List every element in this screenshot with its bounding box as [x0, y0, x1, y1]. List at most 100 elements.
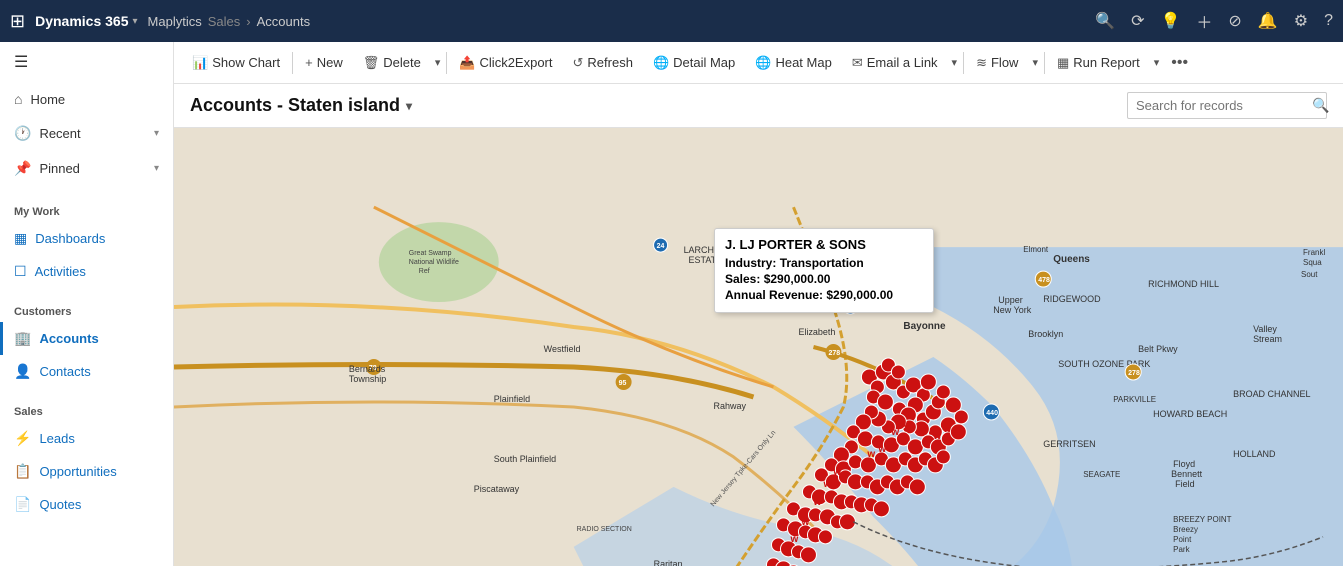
sidebar-item-dashboards[interactable]: ▦ Dashboards	[0, 222, 173, 255]
contacts-label: Contacts	[39, 364, 90, 379]
breadcrumb-accounts[interactable]: Accounts	[257, 14, 310, 29]
sidebar-item-quotes[interactable]: 📄 Quotes	[0, 488, 173, 521]
sidebar-item-leads[interactable]: ⚡ Leads	[0, 422, 173, 455]
refresh-icon[interactable]: ⟳	[1131, 11, 1144, 31]
help-icon[interactable]: ?	[1324, 12, 1333, 30]
svg-text:Park: Park	[1173, 545, 1189, 554]
delete-button[interactable]: 🗑 Delete	[353, 49, 431, 77]
lightbulb-icon[interactable]: 💡	[1160, 11, 1180, 31]
show-chart-button[interactable]: 📊 Show Chart	[182, 49, 290, 77]
run-report-button[interactable]: ▦ Run Report	[1047, 49, 1150, 77]
sidebar-item-opportunities[interactable]: 📋 Opportunities	[0, 455, 173, 488]
flow-button[interactable]: ≋ Flow	[966, 49, 1028, 77]
leads-icon: ⚡	[14, 430, 31, 447]
dashboards-icon: ▦	[14, 230, 27, 247]
toolbar-separator-4	[1044, 52, 1045, 74]
dashboards-label: Dashboards	[35, 231, 105, 246]
toolbar-separator-3	[963, 52, 964, 74]
sidebar-pinned-label: Pinned	[39, 161, 79, 176]
map-svg: Great Swamp National Wildlife Ref 78 95	[174, 128, 1343, 566]
svg-text:RIDGEWOOD: RIDGEWOOD	[1043, 294, 1101, 304]
email-dropdown[interactable]: ▾	[948, 50, 962, 75]
svg-text:Plainfield: Plainfield	[494, 394, 530, 404]
sidebar-item-activities[interactable]: ☐ Activities	[0, 255, 173, 288]
new-button[interactable]: + New	[295, 49, 353, 76]
refresh-btn-icon: ↺	[573, 55, 584, 71]
svg-text:Upper: Upper	[998, 295, 1022, 305]
search-box[interactable]: 🔍	[1127, 92, 1327, 119]
settings-icon[interactable]: ⚙	[1294, 11, 1308, 31]
toolbar-separator-2	[446, 52, 447, 74]
sidebar-item-home[interactable]: ⌂ Home	[0, 82, 173, 116]
sidebar-hamburger-icon[interactable]: ☰	[0, 42, 173, 82]
email-icon: ✉	[852, 55, 863, 71]
search-submit-icon[interactable]: 🔍	[1312, 97, 1329, 114]
tooltip-revenue: Annual Revenue: $290,000.00	[725, 288, 923, 302]
svg-text:Bennett: Bennett	[1171, 469, 1202, 479]
svg-text:w: w	[789, 534, 798, 545]
opportunities-label: Opportunities	[39, 464, 116, 479]
breadcrumb-maplytics[interactable]: Maplytics	[148, 14, 202, 29]
bell-icon[interactable]: 🔔	[1258, 11, 1278, 31]
heat-map-label: Heat Map	[775, 55, 831, 70]
svg-text:Point: Point	[1173, 535, 1192, 544]
main-layout: ☰ ⌂ Home 🕐 Recent ▾ 📌 Pinned ▾ My Work ▦…	[0, 42, 1343, 566]
run-report-icon: ▦	[1057, 55, 1069, 71]
more-options-icon[interactable]: •••	[1165, 50, 1194, 76]
svg-text:Brooklyn: Brooklyn	[1028, 329, 1063, 339]
activities-icon: ☐	[14, 263, 27, 280]
run-report-label: Run Report	[1073, 55, 1139, 70]
detail-map-button[interactable]: 🌐 Detail Map	[643, 49, 745, 77]
email-link-label: Email a Link	[867, 55, 938, 70]
app-title-chevron-icon[interactable]: ▾	[133, 16, 138, 27]
view-title-text: Accounts - Staten island	[190, 95, 400, 116]
svg-text:278: 278	[828, 350, 840, 357]
filter-icon[interactable]: ⊘	[1228, 11, 1241, 31]
delete-dropdown[interactable]: ▾	[431, 50, 445, 75]
activities-label: Activities	[35, 264, 86, 279]
svg-text:RADIO SECTION: RADIO SECTION	[577, 526, 632, 533]
refresh-button[interactable]: ↺ Refresh	[563, 49, 643, 77]
svg-text:w: w	[902, 419, 911, 430]
svg-text:278: 278	[1128, 370, 1140, 377]
flow-dropdown[interactable]: ▾	[1028, 50, 1042, 75]
svg-text:Squa: Squa	[1303, 258, 1322, 267]
opportunities-icon: 📋	[14, 463, 31, 480]
sidebar-item-recent[interactable]: 🕐 Recent ▾	[0, 116, 173, 151]
sidebar-item-accounts[interactable]: 🏢 Accounts	[0, 322, 173, 355]
email-link-button[interactable]: ✉ Email a Link	[842, 49, 948, 77]
contacts-icon: 👤	[14, 363, 31, 380]
heat-map-button[interactable]: 🌐 Heat Map	[745, 49, 842, 77]
quotes-label: Quotes	[39, 497, 81, 512]
section-title-sales: Sales	[0, 396, 173, 422]
tooltip-sales: Sales: $290,000.00	[725, 272, 923, 286]
sidebar-item-contacts[interactable]: 👤 Contacts	[0, 355, 173, 388]
plus-icon[interactable]: ＋	[1196, 9, 1212, 33]
svg-text:Queens: Queens	[1053, 254, 1090, 265]
sidebar-item-pinned[interactable]: 📌 Pinned ▾	[0, 151, 173, 186]
click2export-button[interactable]: 📤 Click2Export	[449, 49, 562, 77]
view-title-chevron-icon[interactable]: ▾	[406, 99, 412, 113]
heat-map-icon: 🌐	[755, 55, 771, 71]
toolbar: 📊 Show Chart + New 🗑 Delete ▾ 📤 Click2Ex…	[174, 42, 1343, 84]
flow-icon: ≋	[976, 55, 987, 71]
svg-text:24: 24	[657, 243, 665, 250]
detail-map-icon: 🌐	[653, 55, 669, 71]
svg-text:Elizabeth: Elizabeth	[798, 327, 835, 337]
view-title: Accounts - Staten island ▾	[190, 95, 412, 116]
waffle-menu-icon[interactable]: ⊞	[10, 11, 25, 32]
search-input[interactable]	[1136, 98, 1312, 113]
search-icon[interactable]: 🔍	[1095, 11, 1115, 31]
sidebar-recent-label: Recent	[39, 126, 80, 141]
svg-text:w: w	[877, 444, 886, 455]
run-report-dropdown[interactable]: ▾	[1150, 50, 1164, 75]
svg-text:Westfield: Westfield	[544, 344, 581, 354]
breadcrumb-separator-1: Sales	[208, 14, 241, 29]
svg-text:Field: Field	[1175, 479, 1194, 489]
svg-text:95: 95	[619, 380, 627, 387]
click2export-label: Click2Export	[480, 55, 553, 70]
svg-text:Floyd: Floyd	[1173, 459, 1195, 469]
map-area[interactable]: Great Swamp National Wildlife Ref 78 95	[174, 128, 1343, 566]
svg-text:w: w	[942, 424, 951, 435]
tooltip-industry: Industry: Transportation	[725, 256, 923, 270]
